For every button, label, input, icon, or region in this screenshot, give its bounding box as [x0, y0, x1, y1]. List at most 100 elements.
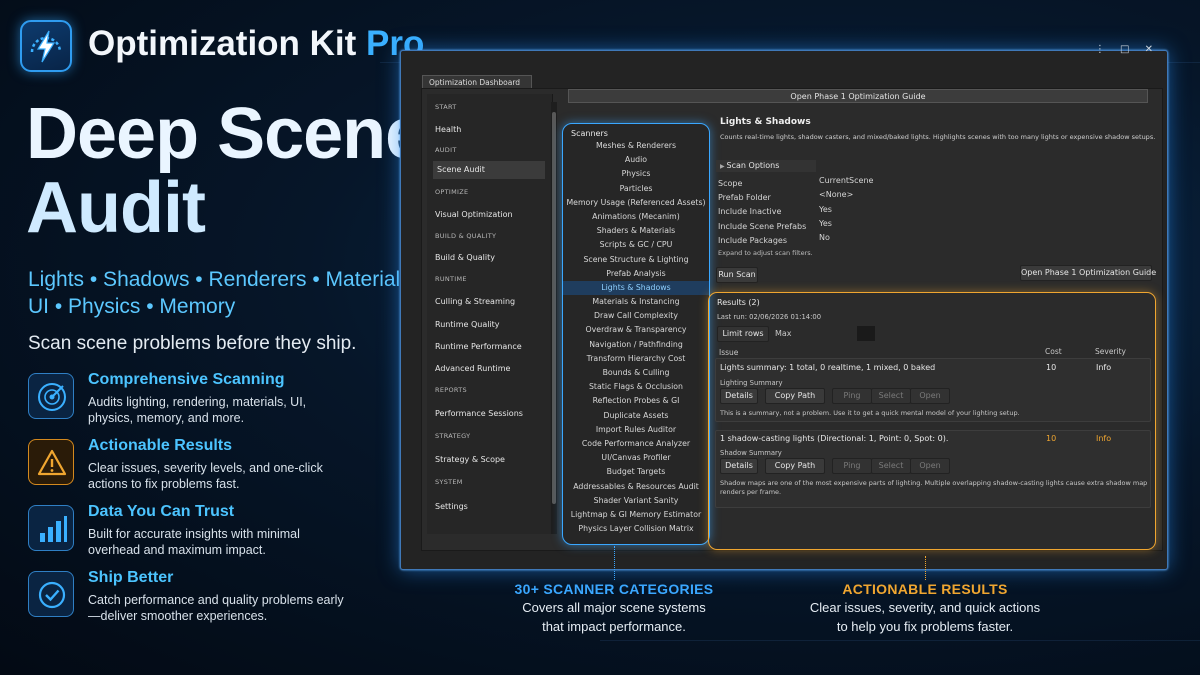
results-callout: ACTIONABLE RESULTS Clear issues, severit…: [795, 581, 1055, 635]
sidebar-item-visual-optimization[interactable]: Visual Optimization: [435, 210, 513, 219]
scanner-item[interactable]: Lights & Shadows: [563, 280, 709, 296]
results-title: Results (2): [717, 298, 760, 307]
scanner-item[interactable]: Audio: [563, 153, 709, 167]
sidebar-item-runtime-quality[interactable]: Runtime Quality: [435, 320, 500, 329]
sidebar-section-runtime: RUNTIME: [435, 275, 467, 283]
scanner-item[interactable]: Memory Usage (Referenced Assets): [563, 196, 709, 210]
sidebar-item-culling-streaming[interactable]: Culling & Streaming: [435, 297, 515, 306]
select-button[interactable]: Select: [871, 388, 911, 404]
copy-path-button[interactable]: Copy Path: [765, 458, 825, 474]
callout-title: 30+ SCANNER CATEGORIES: [514, 581, 714, 597]
open-guide-button[interactable]: Open Phase 1 Optimization Guide: [1020, 265, 1156, 281]
scanner-item[interactable]: Meshes & Renderers: [563, 139, 709, 153]
option-value[interactable]: No: [819, 233, 830, 242]
sidebar-item-scene-audit[interactable]: Scene Audit: [433, 161, 545, 179]
details-button[interactable]: Details: [720, 388, 758, 404]
select-button[interactable]: Select: [871, 458, 911, 474]
column-cost: Cost: [1045, 347, 1062, 356]
sidebar-item-settings[interactable]: Settings: [435, 502, 468, 511]
scanner-item[interactable]: Duplicate Assets: [563, 409, 709, 423]
sidebar-section-reports: REPORTS: [435, 386, 467, 394]
headline-line-2: Audit: [26, 168, 206, 248]
feature-title: Comprehensive Scanning: [88, 371, 285, 388]
ping-button[interactable]: Ping: [832, 458, 872, 474]
scanner-item[interactable]: Draw Call Complexity: [563, 309, 709, 323]
sidebar-section-start: START: [435, 103, 457, 111]
window-controls[interactable]: ⋮ □ ✕: [1095, 44, 1159, 55]
issue-severity: Info: [1096, 434, 1112, 443]
details-button[interactable]: Details: [720, 458, 758, 474]
scanner-item[interactable]: Physics: [563, 167, 709, 181]
scanner-item[interactable]: Scene Structure & Lighting: [563, 253, 709, 267]
scanner-item[interactable]: Physics Layer Collision Matrix: [563, 522, 709, 536]
scanner-detail: Lights & Shadows Counts real-time lights…: [716, 103, 1162, 273]
sidebar-item-advanced-runtime[interactable]: Advanced Runtime: [435, 364, 510, 373]
scanner-item[interactable]: Bounds & Culling: [563, 366, 709, 380]
bar-chart-icon: [40, 516, 67, 542]
sidebar-section-build-quality: BUILD & QUALITY: [435, 232, 497, 240]
scanner-item[interactable]: UI/Canvas Profiler: [563, 451, 709, 465]
sidebar-item-build-quality[interactable]: Build & Quality: [435, 253, 495, 262]
option-value[interactable]: Yes: [819, 219, 832, 228]
open-button[interactable]: Open: [910, 388, 950, 404]
open-guide-bar[interactable]: Open Phase 1 Optimization Guide: [568, 89, 1148, 103]
option-label: Prefab Folder: [718, 193, 771, 202]
scanner-item[interactable]: Materials & Instancing: [563, 295, 709, 309]
ping-button[interactable]: Ping: [832, 388, 872, 404]
tab-optimization-dashboard[interactable]: Optimization Dashboard: [422, 75, 532, 89]
scanner-item[interactable]: Shader Variant Sanity: [563, 494, 709, 508]
warning-triangle-icon: [37, 449, 67, 476]
app-logo: [20, 20, 72, 72]
open-button[interactable]: Open: [910, 458, 950, 474]
scanner-item[interactable]: Import Rules Auditor: [563, 423, 709, 437]
option-label: Include Inactive: [718, 207, 782, 216]
feature-description: Clear issues, severity levels, and one-c…: [88, 461, 323, 491]
issue-note: Shadow maps are one of the most expensiv…: [720, 479, 1148, 496]
scanner-item[interactable]: Addressables & Resources Audit: [563, 480, 709, 494]
headline-line-1: Deep Scene: [26, 94, 425, 174]
scanner-item[interactable]: Transform Hierarchy Cost: [563, 352, 709, 366]
column-severity: Severity: [1095, 347, 1126, 356]
scan-options-foldout[interactable]: ▶ Scan Options: [716, 160, 816, 172]
scanner-item[interactable]: Lightmap & GI Memory Estimator: [563, 508, 709, 522]
scanner-item[interactable]: Static Flags & Occlusion: [563, 380, 709, 394]
app-title: Optimization Kit Pro: [88, 24, 425, 63]
sidebar-item-runtime-performance[interactable]: Runtime Performance: [435, 342, 522, 351]
scanner-item[interactable]: Prefab Analysis: [563, 267, 709, 281]
feature-icon-box: [28, 439, 74, 485]
result-row: 1 shadow-casting lights (Directional: 1,…: [715, 430, 1151, 508]
sidebar-item-strategy-scope[interactable]: Strategy & Scope: [435, 455, 505, 464]
scanner-item[interactable]: Navigation / Pathfinding: [563, 338, 709, 352]
feature-title: Ship Better: [88, 569, 174, 586]
sidebar-scrollbar-thumb[interactable]: [552, 112, 556, 504]
issue-cost: 10: [1046, 434, 1057, 443]
scanner-item[interactable]: Shaders & Materials: [563, 224, 709, 238]
limit-rows-value[interactable]: Max: [775, 329, 792, 338]
scanner-item[interactable]: Reflection Probes & GI: [563, 394, 709, 408]
option-value[interactable]: Yes: [819, 205, 832, 214]
option-value[interactable]: CurrentScene: [819, 176, 873, 185]
scanner-item[interactable]: Scripts & GC / CPU: [563, 238, 709, 252]
scanner-item[interactable]: Overdraw & Transparency: [563, 323, 709, 337]
scanner-item[interactable]: Animations (Mecanim): [563, 210, 709, 224]
scanner-item[interactable]: Code Performance Analyzer: [563, 437, 709, 451]
result-row: Lights summary: 1 total, 0 realtime, 1 m…: [715, 358, 1151, 422]
feature-ship-better: Ship Better Catch performance and qualit…: [28, 569, 388, 633]
check-circle-icon: [38, 581, 66, 609]
copy-path-button[interactable]: Copy Path: [765, 388, 825, 404]
scanners-list: Meshes & Renderers Audio Physics Particles M…: [563, 139, 709, 536]
sidebar-item-health[interactable]: Health: [435, 125, 461, 134]
scanner-item[interactable]: Particles: [563, 182, 709, 196]
results-callout-connector: [925, 556, 926, 580]
sidebar-section-system: SYSTEM: [435, 478, 463, 486]
run-scan-button[interactable]: Run Scan: [716, 267, 758, 283]
last-run: Last run: 02/06/2026 01:14:00: [717, 313, 822, 321]
optimization-dashboard-window: ⋮ □ ✕ Optimization Dashboard START Healt…: [400, 44, 1168, 570]
scanner-item[interactable]: Budget Targets: [563, 465, 709, 479]
option-value[interactable]: <None>: [819, 190, 853, 199]
limit-rows-field[interactable]: [857, 326, 875, 341]
column-issue: Issue: [719, 348, 739, 357]
issue-cost: 10: [1046, 363, 1057, 372]
sidebar-item-performance-sessions[interactable]: Performance Sessions: [435, 409, 523, 418]
feature-title: Actionable Results: [88, 437, 233, 454]
